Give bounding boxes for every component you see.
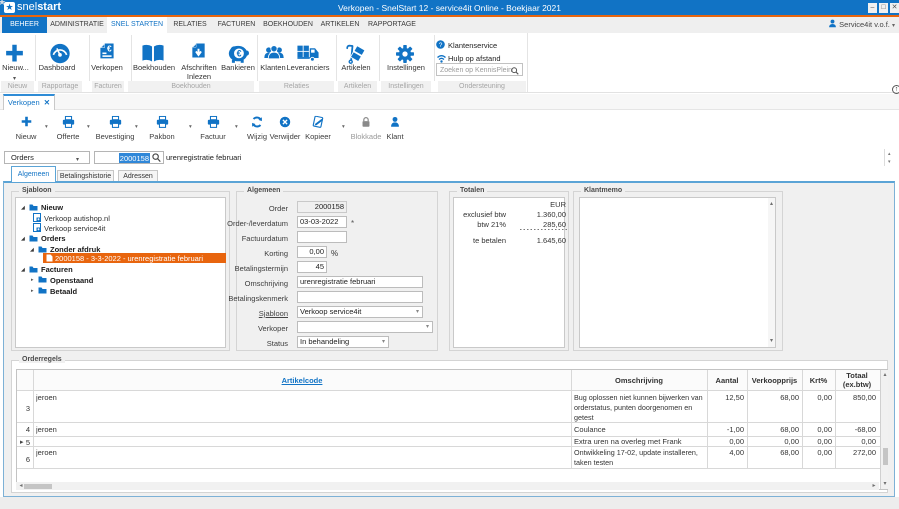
- svg-text:€: €: [107, 43, 112, 53]
- svg-text:?: ?: [439, 42, 443, 49]
- svg-text:€: €: [237, 49, 242, 59]
